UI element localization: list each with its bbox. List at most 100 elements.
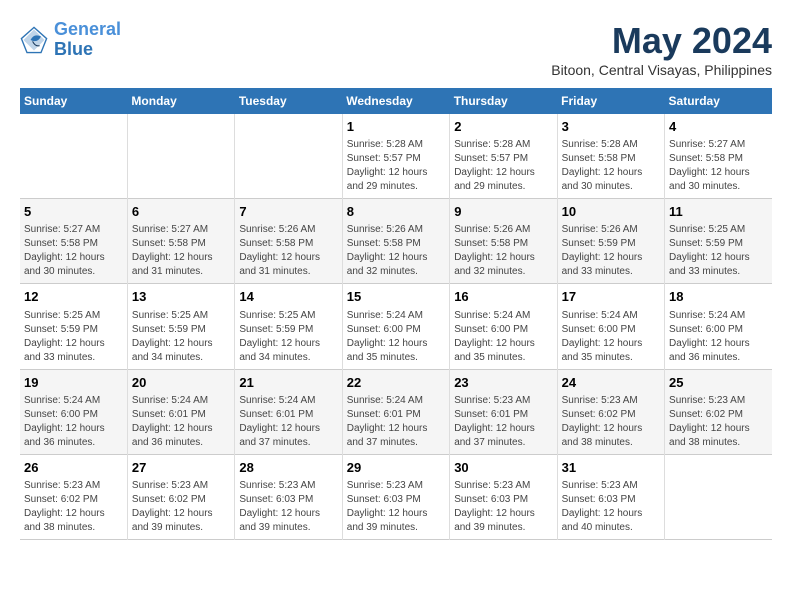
calendar-cell: 20 Sunrise: 5:24 AMSunset: 6:01 PMDayligh… bbox=[127, 369, 234, 454]
calendar-cell: 24 Sunrise: 5:23 AMSunset: 6:02 PMDayligh… bbox=[557, 369, 664, 454]
day-info: Sunrise: 5:25 AMSunset: 5:59 PMDaylight:… bbox=[132, 309, 230, 365]
day-info: Sunrise: 5:26 AMSunset: 5:58 PMDaylight:… bbox=[239, 223, 337, 279]
calendar-cell: 3Sunrise: 5:28 AMSunset: 5:58 PMDaylight… bbox=[557, 114, 664, 199]
day-number: 29 bbox=[347, 459, 445, 477]
main-title: May 2024 bbox=[551, 20, 772, 62]
day-number: 5 bbox=[24, 203, 123, 221]
calendar-cell: 7 Sunrise: 5:26 AMSunset: 5:58 PMDaylight… bbox=[235, 199, 342, 284]
calendar-cell: 19 Sunrise: 5:24 AMSunset: 6:00 PMDayligh… bbox=[20, 369, 127, 454]
header-row: SundayMondayTuesdayWednesdayThursdayFrid… bbox=[20, 88, 772, 114]
day-number: 26 bbox=[24, 459, 123, 477]
day-number: 7 bbox=[239, 203, 337, 221]
day-number: 27 bbox=[132, 459, 230, 477]
calendar-cell: 12 Sunrise: 5:25 AMSunset: 5:59 PMDayligh… bbox=[20, 284, 127, 369]
calendar-cell: 13 Sunrise: 5:25 AMSunset: 5:59 PMDayligh… bbox=[127, 284, 234, 369]
day-number: 28 bbox=[239, 459, 337, 477]
day-info: Sunrise: 5:24 AMSunset: 6:01 PMDaylight:… bbox=[347, 394, 445, 450]
day-info: Sunrise: 5:27 AMSunset: 5:58 PMDaylight:… bbox=[24, 223, 123, 279]
col-header-thursday: Thursday bbox=[450, 88, 557, 114]
calendar-cell: 26Sunrise: 5:23 AMSunset: 6:02 PMDayligh… bbox=[20, 454, 127, 539]
day-info: Sunrise: 5:26 AMSunset: 5:59 PMDaylight:… bbox=[562, 223, 660, 279]
day-info: Sunrise: 5:23 AMSunset: 6:02 PMDaylight:… bbox=[669, 394, 768, 450]
col-header-sunday: Sunday bbox=[20, 88, 127, 114]
calendar-cell: 8 Sunrise: 5:26 AMSunset: 5:58 PMDaylight… bbox=[342, 199, 449, 284]
subtitle: Bitoon, Central Visayas, Philippines bbox=[551, 62, 772, 78]
day-number: 16 bbox=[454, 288, 552, 306]
day-number: 15 bbox=[347, 288, 445, 306]
day-info: Sunrise: 5:26 AMSunset: 5:58 PMDaylight:… bbox=[454, 223, 552, 279]
calendar-cell: 5 Sunrise: 5:27 AMSunset: 5:58 PMDaylight… bbox=[20, 199, 127, 284]
calendar-cell: 31Sunrise: 5:23 AMSunset: 6:03 PMDayligh… bbox=[557, 454, 664, 539]
day-info: Sunrise: 5:24 AMSunset: 6:00 PMDaylight:… bbox=[347, 309, 445, 365]
calendar-cell: 29 Sunrise: 5:23 AMSunset: 6:03 PMDayligh… bbox=[342, 454, 449, 539]
calendar-cell: 28 Sunrise: 5:23 AMSunset: 6:03 PMDayligh… bbox=[235, 454, 342, 539]
day-info: Sunrise: 5:25 AMSunset: 5:59 PMDaylight:… bbox=[24, 309, 123, 365]
day-info: Sunrise: 5:23 AMSunset: 6:03 PMDaylight:… bbox=[347, 479, 445, 535]
calendar-cell: 16 Sunrise: 5:24 AMSunset: 6:00 PMDayligh… bbox=[450, 284, 557, 369]
day-number: 20 bbox=[132, 374, 230, 392]
day-number: 25 bbox=[669, 374, 768, 392]
day-info: Sunrise: 5:28 AMSunset: 5:57 PMDaylight:… bbox=[454, 138, 552, 194]
day-info: Sunrise: 5:23 AMSunset: 6:01 PMDaylight:… bbox=[454, 394, 552, 450]
col-header-saturday: Saturday bbox=[665, 88, 772, 114]
week-row-2: 5 Sunrise: 5:27 AMSunset: 5:58 PMDaylight… bbox=[20, 199, 772, 284]
day-number: 9 bbox=[454, 203, 552, 221]
day-info: Sunrise: 5:25 AMSunset: 5:59 PMDaylight:… bbox=[239, 309, 337, 365]
day-number: 11 bbox=[669, 203, 768, 221]
day-info: Sunrise: 5:24 AMSunset: 6:00 PMDaylight:… bbox=[669, 309, 768, 365]
day-info: Sunrise: 5:24 AMSunset: 6:00 PMDaylight:… bbox=[454, 309, 552, 365]
day-info: Sunrise: 5:23 AMSunset: 6:02 PMDaylight:… bbox=[132, 479, 230, 535]
logo: General Blue bbox=[20, 20, 121, 60]
day-number: 12 bbox=[24, 288, 123, 306]
calendar-cell: 10 Sunrise: 5:26 AMSunset: 5:59 PMDayligh… bbox=[557, 199, 664, 284]
calendar-cell bbox=[127, 114, 234, 199]
day-number: 8 bbox=[347, 203, 445, 221]
day-number: 19 bbox=[24, 374, 123, 392]
title-block: May 2024 Bitoon, Central Visayas, Philip… bbox=[551, 20, 772, 78]
day-number: 23 bbox=[454, 374, 552, 392]
day-info: Sunrise: 5:27 AMSunset: 5:58 PMDaylight:… bbox=[669, 138, 768, 194]
day-number: 22 bbox=[347, 374, 445, 392]
day-number: 17 bbox=[562, 288, 660, 306]
day-number: 24 bbox=[562, 374, 660, 392]
day-info: Sunrise: 5:23 AMSunset: 6:03 PMDaylight:… bbox=[562, 479, 660, 535]
calendar-cell: 27 Sunrise: 5:23 AMSunset: 6:02 PMDayligh… bbox=[127, 454, 234, 539]
day-number: 6 bbox=[132, 203, 230, 221]
calendar-cell: 23 Sunrise: 5:23 AMSunset: 6:01 PMDayligh… bbox=[450, 369, 557, 454]
day-info: Sunrise: 5:23 AMSunset: 6:03 PMDaylight:… bbox=[239, 479, 337, 535]
calendar-cell: 4 Sunrise: 5:27 AMSunset: 5:58 PMDaylight… bbox=[665, 114, 772, 199]
page-header: General Blue May 2024 Bitoon, Central Vi… bbox=[20, 20, 772, 78]
day-number: 4 bbox=[669, 118, 768, 136]
day-number: 1 bbox=[347, 118, 445, 136]
calendar-cell bbox=[665, 454, 772, 539]
col-header-friday: Friday bbox=[557, 88, 664, 114]
day-info: Sunrise: 5:24 AMSunset: 6:01 PMDaylight:… bbox=[132, 394, 230, 450]
week-row-4: 19 Sunrise: 5:24 AMSunset: 6:00 PMDayligh… bbox=[20, 369, 772, 454]
calendar-cell bbox=[20, 114, 127, 199]
col-header-wednesday: Wednesday bbox=[342, 88, 449, 114]
calendar-cell: 1Sunrise: 5:28 AMSunset: 5:57 PMDaylight… bbox=[342, 114, 449, 199]
day-number: 13 bbox=[132, 288, 230, 306]
day-number: 14 bbox=[239, 288, 337, 306]
day-number: 2 bbox=[454, 118, 552, 136]
day-number: 10 bbox=[562, 203, 660, 221]
calendar-cell: 30Sunrise: 5:23 AMSunset: 6:03 PMDayligh… bbox=[450, 454, 557, 539]
calendar-cell: 9 Sunrise: 5:26 AMSunset: 5:58 PMDaylight… bbox=[450, 199, 557, 284]
calendar-cell: 18 Sunrise: 5:24 AMSunset: 6:00 PMDayligh… bbox=[665, 284, 772, 369]
calendar-cell: 21Sunrise: 5:24 AMSunset: 6:01 PMDayligh… bbox=[235, 369, 342, 454]
week-row-3: 12 Sunrise: 5:25 AMSunset: 5:59 PMDayligh… bbox=[20, 284, 772, 369]
day-info: Sunrise: 5:28 AMSunset: 5:58 PMDaylight:… bbox=[562, 138, 660, 194]
calendar-cell: 17 Sunrise: 5:24 AMSunset: 6:00 PMDayligh… bbox=[557, 284, 664, 369]
logo-text: General Blue bbox=[54, 20, 121, 60]
calendar-cell: 25 Sunrise: 5:23 AMSunset: 6:02 PMDayligh… bbox=[665, 369, 772, 454]
day-number: 18 bbox=[669, 288, 768, 306]
week-row-5: 26 Sunrise: 5:23 AMSunset: 6:02 PMDayligh… bbox=[20, 454, 772, 539]
calendar-table: SundayMondayTuesdayWednesdayThursdayFrid… bbox=[20, 88, 772, 540]
day-number: 21 bbox=[239, 374, 337, 392]
day-info: Sunrise: 5:24 AMSunset: 6:00 PMDaylight:… bbox=[24, 394, 123, 450]
calendar-cell bbox=[235, 114, 342, 199]
day-info: Sunrise: 5:23 AMSunset: 6:02 PMDaylight:… bbox=[562, 394, 660, 450]
day-info: Sunrise: 5:26 AMSunset: 5:58 PMDaylight:… bbox=[347, 223, 445, 279]
col-header-monday: Monday bbox=[127, 88, 234, 114]
day-info: Sunrise: 5:24 AMSunset: 6:00 PMDaylight:… bbox=[562, 309, 660, 365]
